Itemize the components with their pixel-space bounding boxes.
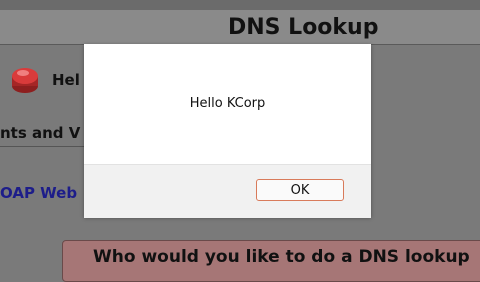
section-heading: nts and V	[0, 124, 81, 142]
section-divider	[0, 146, 84, 147]
soap-web-link[interactable]: OAP Web	[0, 184, 77, 202]
alert-message: Hello KCorp	[189, 96, 266, 111]
top-strip	[0, 0, 480, 10]
ok-button[interactable]: OK	[256, 179, 344, 201]
page-title: DNS Lookup	[228, 15, 379, 40]
help-text: Hel	[52, 71, 80, 89]
help-icon[interactable]	[10, 62, 40, 96]
alert-footer: OK	[84, 164, 371, 218]
lookup-prompt-text: Who would you like to do a DNS lookup	[93, 247, 470, 267]
title-bar: DNS Lookup	[0, 10, 480, 45]
lookup-prompt-banner: Who would you like to do a DNS lookup	[62, 240, 480, 282]
alert-dialog: Hello KCorp OK	[84, 44, 371, 218]
